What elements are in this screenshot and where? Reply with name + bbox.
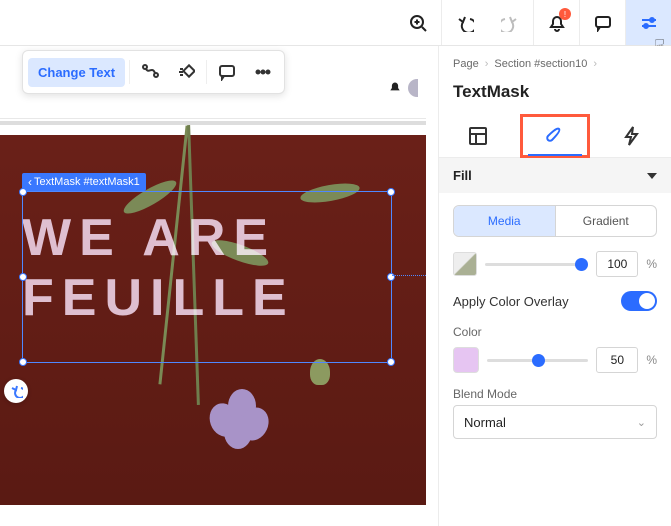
overlay-row: Apply Color Overlay [453, 291, 657, 311]
blend-mode-select[interactable]: Normal ⌄ [453, 405, 657, 439]
editor-canvas: WE ARE FEUILLE TextMask #textMask1 Chang… [0, 58, 426, 526]
resize-handle[interactable] [387, 188, 395, 196]
sliders-icon [640, 14, 658, 32]
segment-gradient[interactable]: Gradient [555, 206, 657, 236]
segment-media[interactable]: Media [454, 206, 555, 236]
opacity-slider[interactable] [485, 263, 588, 266]
undo-icon [10, 385, 23, 398]
inspector-panel: Page › Section #section10 › TextMask Fil… [438, 46, 671, 526]
opacity-input[interactable]: 100 [596, 251, 638, 277]
media-thumbnail[interactable] [453, 252, 477, 276]
breadcrumb: Page › Section #section10 › [439, 46, 671, 76]
panel-title: TextMask [439, 76, 671, 114]
overlay-label: Apply Color Overlay [453, 294, 569, 309]
chat-icon [594, 14, 612, 32]
resize-handle[interactable] [19, 273, 27, 281]
bell-icon [388, 81, 402, 95]
tab-layout[interactable] [443, 114, 513, 158]
undo-icon [456, 14, 474, 32]
selection-tag[interactable]: TextMask #textMask1 [22, 173, 146, 191]
tab-interactions[interactable] [597, 114, 667, 158]
layout-icon [467, 125, 489, 147]
overlay-toggle[interactable] [621, 291, 657, 311]
resize-handle[interactable] [19, 358, 27, 366]
breadcrumb-item[interactable]: Page [453, 58, 479, 70]
change-text-button[interactable]: Change Text [28, 58, 125, 87]
more-icon [254, 63, 272, 81]
element-toolbar: Change Text [22, 50, 285, 94]
percent-label: % [646, 353, 657, 367]
bolt-icon [621, 125, 643, 147]
notification-badge: ! [559, 8, 571, 20]
more-button[interactable] [247, 56, 279, 88]
top-toolbar: ! [0, 0, 671, 46]
breadcrumb-item[interactable]: Section #section10 [494, 58, 587, 70]
animation-path-button[interactable] [134, 56, 166, 88]
blend-mode-value: Normal [464, 415, 506, 430]
brush-icon [544, 125, 566, 147]
redo-button[interactable] [487, 0, 533, 45]
resize-handle[interactable] [387, 358, 395, 366]
magnifier-icon [409, 14, 427, 32]
zoom-button[interactable] [395, 0, 441, 45]
chevron-right-icon: › [485, 58, 489, 70]
inspector-toggle-button[interactable] [625, 0, 671, 45]
fill-section-header[interactable]: Fill [439, 158, 671, 193]
inspector-tabs [439, 114, 671, 158]
fill-label: Fill [453, 168, 472, 183]
chat-icon [218, 63, 236, 81]
motion-icon [177, 63, 195, 81]
selection-outline[interactable] [22, 191, 392, 363]
blend-mode-label: Blend Mode [453, 387, 657, 401]
undo-button[interactable] [441, 0, 487, 45]
path-icon [141, 63, 159, 81]
redo-icon [501, 14, 519, 32]
avatar [408, 79, 418, 97]
percent-label: % [646, 257, 657, 271]
resize-handle[interactable] [19, 188, 27, 196]
fill-section-body: Media Gradient 100 % Apply Color Overlay… [439, 193, 671, 451]
alignment-guide [392, 275, 426, 276]
chevron-down-icon [647, 173, 657, 179]
chevron-down-icon: ⌄ [637, 416, 646, 429]
revert-button[interactable] [4, 379, 28, 403]
tab-style[interactable] [520, 114, 590, 158]
color-opacity-slider[interactable] [487, 359, 588, 362]
media-opacity-row: 100 % [453, 251, 657, 277]
animation-button[interactable] [170, 56, 202, 88]
fill-type-segment: Media Gradient [453, 205, 657, 237]
color-swatch[interactable] [453, 347, 479, 373]
notifications-button[interactable]: ! [533, 0, 579, 45]
comment-button[interactable] [211, 56, 243, 88]
color-opacity-input[interactable]: 50 [596, 347, 638, 373]
color-label: Color [453, 325, 657, 339]
section-stage[interactable]: WE ARE FEUILLE TextMask #textMask1 [0, 135, 426, 505]
comments-button[interactable] [579, 0, 625, 45]
chevron-right-icon: › [593, 58, 597, 70]
